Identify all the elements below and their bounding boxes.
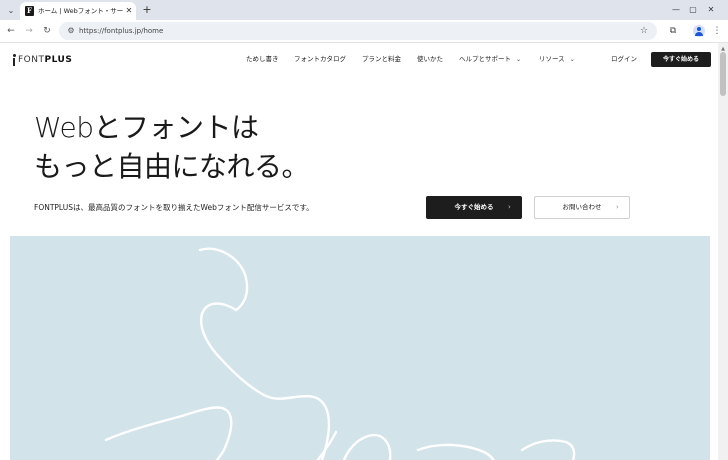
stroke-5 (316, 430, 338, 460)
stroke-6 (416, 443, 495, 460)
browser-tab-strip: ⌄ F ホーム | Webフォント・サービス FONTPLUS ✕ + — ▢ … (0, 0, 728, 20)
fontplus-logo[interactable]: FONT PLUS (12, 53, 72, 67)
nav-item-resources[interactable]: リソース ⌄ (539, 54, 575, 65)
chevron-down-icon: ⌄ (516, 56, 522, 63)
toolbar-divider (0, 42, 728, 43)
stroke-4 (342, 433, 392, 460)
hero-description: FONTPLUSは、最高品質のフォントを取り揃えたWebフォント配信サービスです… (34, 203, 314, 212)
bookmark-star-icon[interactable]: ☆ (638, 25, 650, 37)
tab-title: ホーム | Webフォント・サービス FONTPLUS (38, 7, 124, 15)
chevron-down-icon: ⌄ (7, 5, 15, 15)
new-tab-button[interactable]: + (141, 3, 153, 17)
nav-item-usage[interactable]: 使いかた (417, 54, 443, 65)
stroke-7 (520, 439, 576, 460)
browser-toolbar: ← → ↻ ⚙ https://fontplus.jp/home ☆ ⧉ ⋮ (0, 20, 728, 42)
stroke-2 (199, 302, 331, 460)
forward-arrow-icon[interactable]: → (22, 24, 36, 38)
window-close-icon[interactable]: ✕ (704, 3, 718, 17)
logo-text-font: FONT (18, 55, 45, 65)
close-icon[interactable]: ✕ (124, 5, 134, 17)
contact-label: お問い合わせ (562, 203, 602, 211)
nav-item-trial[interactable]: ためし書き (246, 54, 279, 65)
minimize-icon[interactable]: — (669, 3, 683, 17)
maximize-icon[interactable]: ▢ (686, 3, 700, 17)
nav-item-font-catalog[interactable]: フォントカタログ (294, 54, 346, 65)
nav-label: 使いかた (417, 55, 443, 63)
stroke-3 (104, 406, 233, 460)
nav-label: フォントカタログ (294, 55, 346, 63)
profile-avatar-icon[interactable] (693, 25, 705, 37)
nav-label: プランと料金 (362, 55, 401, 63)
logo-text-plus: PLUS (44, 55, 73, 65)
page-scrollbar[interactable]: ▲ (718, 43, 728, 460)
fontplus-favicon-icon: F (25, 6, 34, 16)
start-now-button[interactable]: 今すぐ始める › (426, 196, 522, 219)
address-bar[interactable]: ⚙ https://fontplus.jp/home ☆ (59, 22, 657, 40)
nav-item-plans[interactable]: プランと料金 (362, 54, 401, 65)
hero-headline-line2: もっと自由になれる。 (34, 150, 310, 183)
plus-icon: + (142, 3, 152, 16)
logo-mark-icon (12, 54, 16, 66)
hero-headline-line1: Webとフォントは (34, 111, 259, 144)
stroke-1 (198, 247, 249, 312)
reload-icon[interactable]: ↻ (40, 24, 54, 38)
extensions-puzzle-icon[interactable]: ⧉ (666, 24, 680, 38)
nav-label: リソース (539, 55, 565, 63)
header-start-now-button[interactable]: 今すぐ始める (651, 52, 711, 67)
handwritten-strokes-illustration (104, 247, 576, 460)
hero-illustration (10, 236, 710, 460)
login-link[interactable]: ログイン (611, 54, 637, 65)
nav-label: ヘルプとサポート (459, 55, 511, 63)
chevron-right-icon: › (508, 203, 511, 211)
url-text[interactable]: https://fontplus.jp/home (79, 25, 163, 37)
chevron-down-icon: ⌄ (569, 56, 575, 63)
scrollbar-thumb[interactable] (720, 52, 726, 96)
nav-label: ためし書き (246, 55, 279, 63)
chevron-right-icon: › (616, 203, 619, 211)
back-arrow-icon[interactable]: ← (4, 24, 18, 38)
tab-search-button[interactable]: ⌄ (4, 3, 18, 17)
nav-item-help-support[interactable]: ヘルプとサポート ⌄ (459, 54, 521, 65)
more-menu-icon[interactable]: ⋮ (710, 24, 724, 38)
browser-tab-active[interactable]: F ホーム | Webフォント・サービス FONTPLUS ✕ (20, 2, 136, 20)
contact-button[interactable]: お問い合わせ › (534, 196, 630, 219)
site-info-icon[interactable]: ⚙ (65, 25, 77, 37)
